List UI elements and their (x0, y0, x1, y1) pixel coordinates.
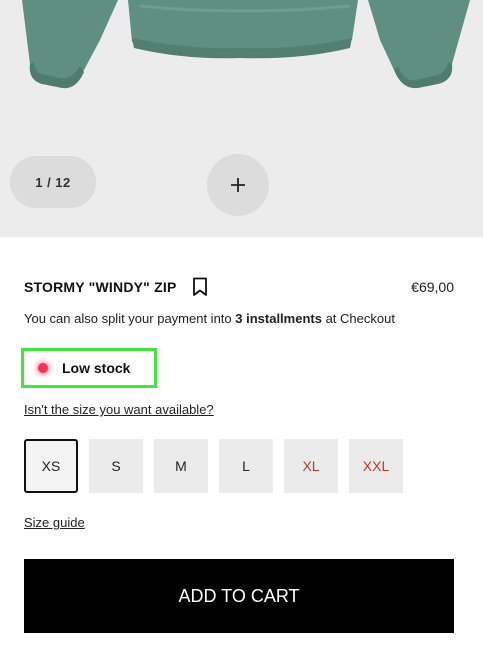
size-option-xl[interactable]: XL (284, 439, 338, 493)
size-guide-link[interactable]: Size guide (24, 515, 85, 530)
image-counter: 1 / 12 (10, 156, 96, 208)
installments-prefix: You can also split your payment into (24, 311, 236, 326)
zoom-button[interactable] (207, 154, 269, 216)
size-option-xs[interactable]: XS (24, 439, 78, 493)
stock-status: Low stock (21, 348, 157, 388)
size-unavailable-link[interactable]: Isn't the size you want available? (24, 402, 214, 417)
product-image-gallery[interactable]: 1 / 12 (0, 0, 483, 237)
size-option-l[interactable]: L (219, 439, 273, 493)
size-option-xxl[interactable]: XXL (349, 439, 403, 493)
size-selector: XS S M L XL XXL (24, 439, 403, 493)
stock-label: Low stock (62, 360, 131, 376)
stock-indicator-icon (38, 363, 48, 373)
wishlist-button[interactable] (192, 277, 208, 297)
bookmark-icon (193, 277, 208, 296)
plus-icon (231, 178, 245, 192)
size-option-m[interactable]: M (154, 439, 208, 493)
product-header: STORMY "WINDY" ZIP €69,00 (24, 276, 454, 298)
installments-suffix: at Checkout (321, 311, 395, 326)
size-option-s[interactable]: S (89, 439, 143, 493)
product-price: €69,00 (411, 279, 454, 295)
installments-count: 3 installments (235, 311, 322, 326)
add-to-cart-button[interactable]: ADD TO CART (24, 559, 454, 633)
installments-info: You can also split your payment into 3 i… (24, 311, 395, 326)
product-name: STORMY "WINDY" ZIP (24, 279, 177, 295)
